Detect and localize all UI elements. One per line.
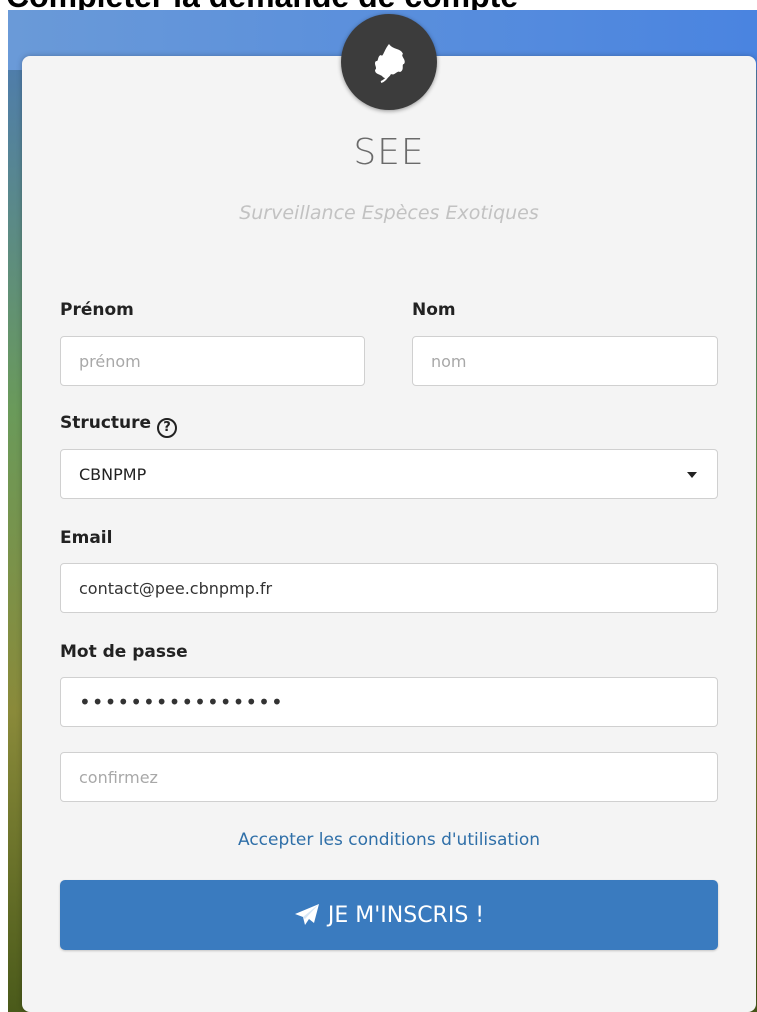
lastname-input[interactable]: [412, 336, 718, 386]
password-label: Mot de passe: [60, 642, 188, 662]
signup-button-label: JE M'INSCRIS !: [327, 902, 485, 928]
email-input[interactable]: [60, 563, 718, 613]
paper-plane-icon: [294, 903, 320, 927]
structure-selected-value: CBNPMP: [79, 464, 147, 484]
question-circle-icon[interactable]: ?: [157, 417, 178, 438]
signup-button[interactable]: JE M'INSCRIS !: [60, 880, 718, 950]
firstname-input[interactable]: [60, 336, 365, 386]
signup-card: [22, 56, 756, 1012]
app-subtitle: Surveillance Espèces Exotiques: [239, 202, 539, 224]
password-input[interactable]: [60, 677, 718, 727]
app-logo: [341, 14, 437, 110]
lastname-label: Nom: [412, 300, 456, 320]
app-title: SEE: [353, 132, 425, 173]
terms-link[interactable]: Accepter les conditions d'utilisation: [22, 830, 756, 850]
chevron-down-icon: [687, 472, 697, 478]
structure-label-row: Structure?: [60, 413, 178, 438]
firstname-label: Prénom: [60, 300, 134, 320]
confirm-password-input[interactable]: [60, 752, 718, 802]
structure-select[interactable]: CBNPMP: [60, 449, 718, 499]
leaf-icon: [375, 44, 405, 83]
structure-label: Structure: [60, 413, 152, 433]
email-label: Email: [60, 528, 113, 548]
